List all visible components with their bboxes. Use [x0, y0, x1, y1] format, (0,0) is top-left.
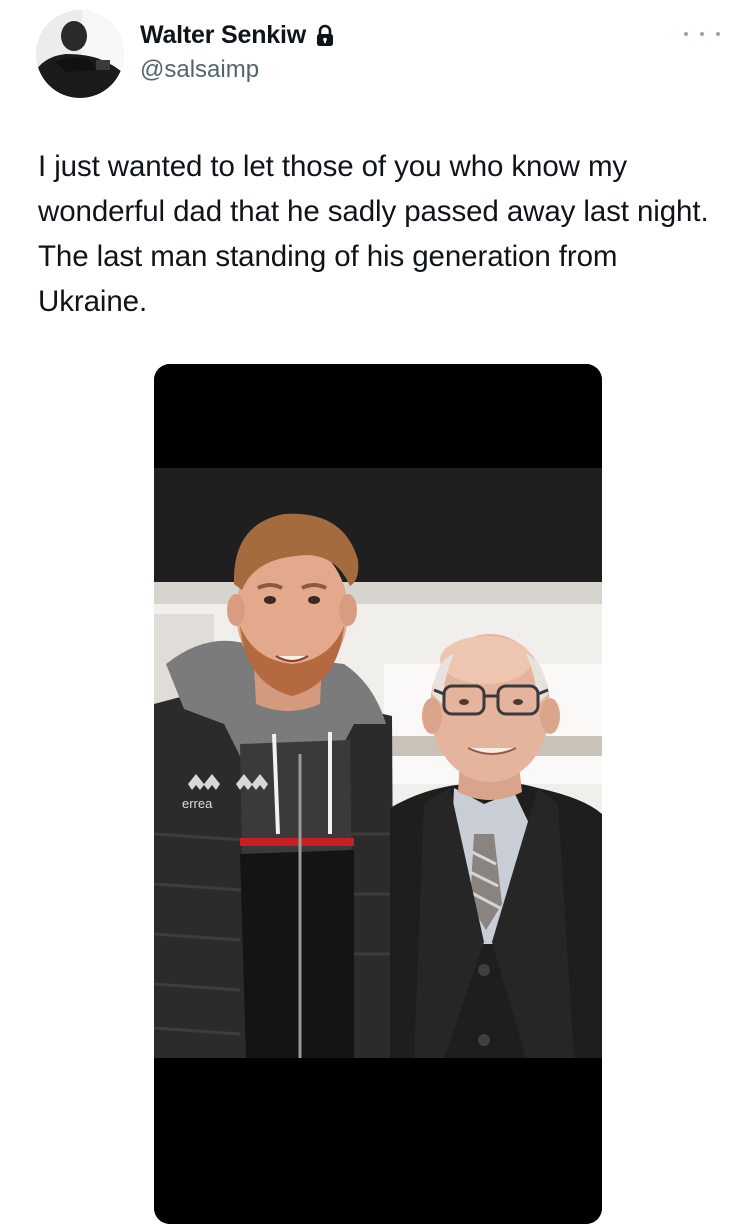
display-name[interactable]: Walter Senkiw	[140, 21, 306, 50]
lock-icon	[314, 24, 336, 48]
avatar-photo	[36, 10, 124, 98]
more-dot	[716, 32, 720, 36]
avatar[interactable]	[36, 10, 124, 98]
name-row: Walter Senkiw	[140, 18, 336, 52]
tweet-photo[interactable]: errea	[154, 364, 602, 1224]
tweet-text: I just wanted to let those of you who kn…	[38, 150, 709, 318]
more-dot	[684, 32, 688, 36]
user-info[interactable]: Walter Senkiw @salsaimp	[140, 18, 336, 84]
tweet: Walter Senkiw @salsaimp I just wanted to…	[0, 0, 736, 1224]
handle[interactable]: @salsaimp	[140, 56, 336, 84]
more-dot	[700, 32, 704, 36]
more-horizontal-icon[interactable]	[684, 26, 720, 42]
shirt-logo: errea	[182, 796, 213, 811]
photo-illustration: errea	[154, 364, 602, 1224]
